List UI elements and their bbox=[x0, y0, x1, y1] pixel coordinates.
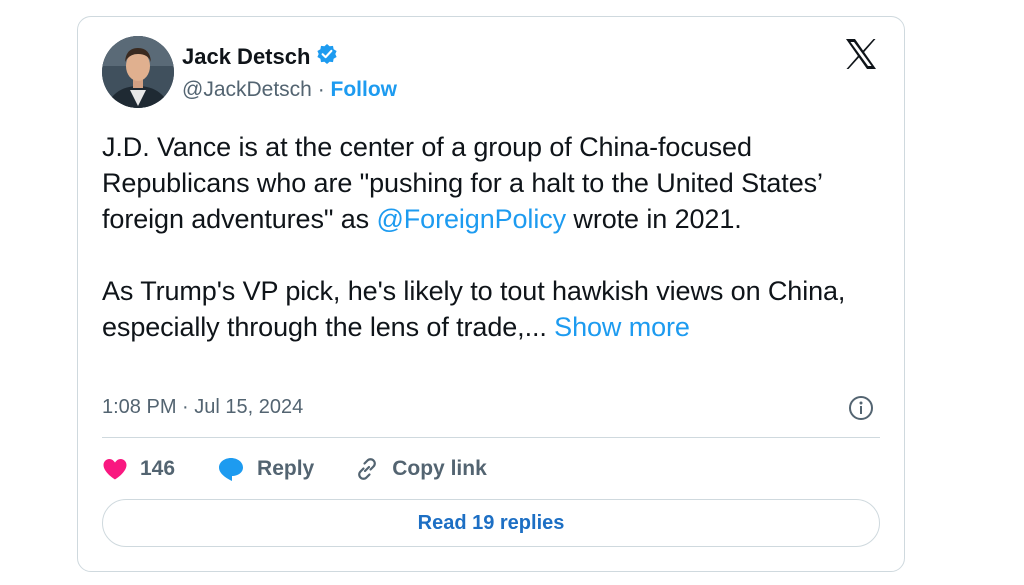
heart-icon bbox=[102, 457, 128, 481]
reply-label: Reply bbox=[257, 457, 315, 480]
copy-link-button[interactable]: Copy link bbox=[354, 456, 487, 482]
avatar[interactable] bbox=[102, 36, 174, 108]
read-replies-label: Read 19 replies bbox=[417, 511, 565, 534]
show-more-link[interactable]: Show more bbox=[554, 312, 690, 342]
tweet-text-part: wrote in 2021. bbox=[566, 204, 742, 234]
follow-link[interactable]: Follow bbox=[331, 78, 398, 101]
tweet-text: J.D. Vance is at the center of a group o… bbox=[102, 129, 862, 345]
mention-link[interactable]: @ForeignPolicy bbox=[376, 204, 566, 234]
tweet-paragraph-1: J.D. Vance is at the center of a group o… bbox=[102, 129, 862, 237]
action-bar: 146 Reply Copy link bbox=[102, 454, 487, 484]
author-handle-row: @JackDetsch · Follow bbox=[182, 77, 397, 103]
divider bbox=[102, 437, 880, 438]
reply-bubble-icon bbox=[217, 456, 245, 482]
copy-link-label: Copy link bbox=[392, 457, 487, 480]
reply-button[interactable]: Reply bbox=[217, 456, 314, 482]
tweet-timestamp[interactable]: 1:08 PM · Jul 15, 2024 bbox=[102, 394, 303, 420]
read-replies-button[interactable]: Read 19 replies bbox=[102, 499, 880, 547]
link-icon bbox=[354, 456, 380, 482]
author-name[interactable]: Jack Detsch bbox=[182, 44, 310, 70]
tweet-embed-card: Jack Detsch @JackDetsch · Follow J.D. Va… bbox=[77, 16, 905, 572]
verified-badge-icon bbox=[316, 43, 338, 70]
author-name-row: Jack Detsch bbox=[182, 43, 338, 70]
author-handle[interactable]: @JackDetsch bbox=[182, 78, 312, 101]
tweet-paragraph-2: As Trump's VP pick, he's likely to tout … bbox=[102, 273, 862, 345]
like-button[interactable]: 146 bbox=[102, 457, 175, 481]
info-icon[interactable] bbox=[848, 395, 874, 421]
handle-separator: · bbox=[311, 78, 331, 101]
x-logo-icon[interactable] bbox=[844, 37, 878, 71]
tweet-text-part: As Trump's VP pick, he's likely to tout … bbox=[102, 276, 846, 342]
like-count: 146 bbox=[140, 457, 176, 480]
